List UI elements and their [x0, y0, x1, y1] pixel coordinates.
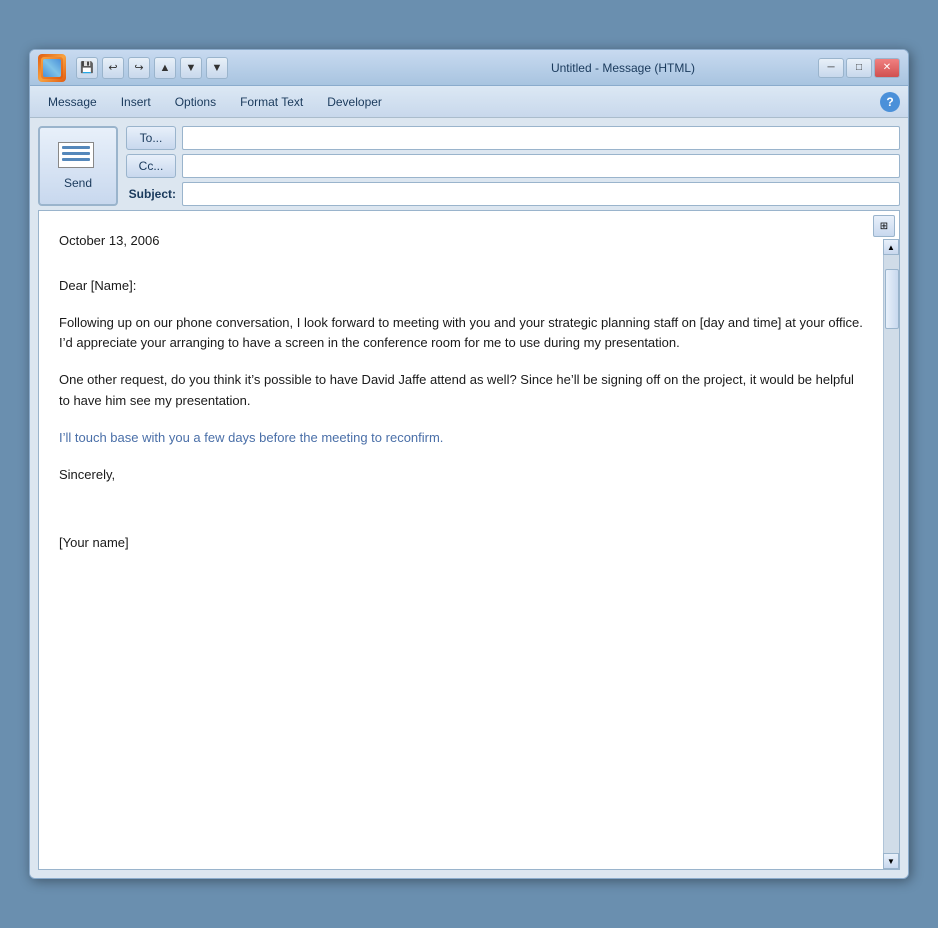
title-bar: 💾 ↩ ↪ ▲ ▼ ▼ Untitled - Message (HTML) ─ … [30, 50, 908, 86]
scroll-up-button[interactable]: ▲ [883, 239, 899, 255]
subject-input[interactable] [182, 182, 900, 206]
to-button[interactable]: To... [126, 126, 176, 150]
to-row: To... [126, 126, 900, 150]
outlook-window: 💾 ↩ ↪ ▲ ▼ ▼ Untitled - Message (HTML) ─ … [29, 49, 909, 879]
body-icon-btn[interactable]: ⊞ [873, 215, 895, 237]
email-date: October 13, 2006 [59, 231, 863, 252]
menu-insert[interactable]: Insert [111, 91, 161, 113]
email-paragraph-3: I’ll touch base with you a few days befo… [59, 428, 863, 449]
fields-area: To... Cc... Subject: [126, 126, 900, 206]
undo-btn[interactable]: ↩ [102, 57, 124, 79]
email-paragraph-2: One other request, do you think it’s pos… [59, 370, 863, 412]
up-btn[interactable]: ▲ [154, 57, 176, 79]
minimize-button[interactable]: ─ [818, 58, 844, 78]
send-line-2 [62, 152, 90, 155]
body-container: ⊞ ▲ ▼ October 13, 2006 Dear [Name]: Foll… [38, 210, 900, 870]
title-bar-left: 💾 ↩ ↪ ▲ ▼ ▼ [38, 54, 428, 82]
scrollbar-track[interactable]: ▲ ▼ [883, 239, 899, 869]
compose-area: Send To... Cc... Subject: [30, 118, 908, 878]
send-icon [58, 142, 98, 172]
compose-header: Send To... Cc... Subject: [38, 126, 900, 206]
menu-format-text[interactable]: Format Text [230, 91, 313, 113]
close-button[interactable]: ✕ [874, 58, 900, 78]
office-logo [38, 54, 66, 82]
send-line-3 [62, 158, 90, 161]
subject-row: Subject: [126, 182, 900, 206]
email-paragraph-1: Following up on our phone conversation, … [59, 313, 863, 355]
cc-row: Cc... [126, 154, 900, 178]
email-salutation: Dear [Name]: [59, 276, 863, 297]
send-icon-inner [58, 142, 94, 168]
email-closing: Sincerely, [59, 465, 863, 486]
cc-button[interactable]: Cc... [126, 154, 176, 178]
dropdown-btn[interactable]: ▼ [206, 57, 228, 79]
menu-bar: Message Insert Options Format Text Devel… [30, 86, 908, 118]
restore-button[interactable]: □ [846, 58, 872, 78]
menu-developer[interactable]: Developer [317, 91, 392, 113]
down-btn[interactable]: ▼ [180, 57, 202, 79]
to-input[interactable] [182, 126, 900, 150]
email-signature: [Your name] [59, 533, 863, 554]
office-logo-inner [41, 57, 63, 79]
body-toolbar: ⊞ [873, 215, 895, 237]
help-icon[interactable]: ? [880, 92, 900, 112]
redo-btn[interactable]: ↪ [128, 57, 150, 79]
menu-message[interactable]: Message [38, 91, 107, 113]
subject-label: Subject: [126, 187, 176, 201]
window-title: Untitled - Message (HTML) [428, 61, 818, 75]
send-label: Send [64, 176, 92, 190]
cc-input[interactable] [182, 154, 900, 178]
send-button[interactable]: Send [38, 126, 118, 206]
menu-options[interactable]: Options [165, 91, 226, 113]
window-controls: ─ □ ✕ [818, 58, 900, 78]
email-body[interactable]: October 13, 2006 Dear [Name]: Following … [39, 211, 899, 574]
scroll-down-button[interactable]: ▼ [883, 853, 899, 869]
save-quick-btn[interactable]: 💾 [76, 57, 98, 79]
scrollbar-thumb[interactable] [885, 269, 899, 329]
send-line-1 [62, 146, 90, 149]
